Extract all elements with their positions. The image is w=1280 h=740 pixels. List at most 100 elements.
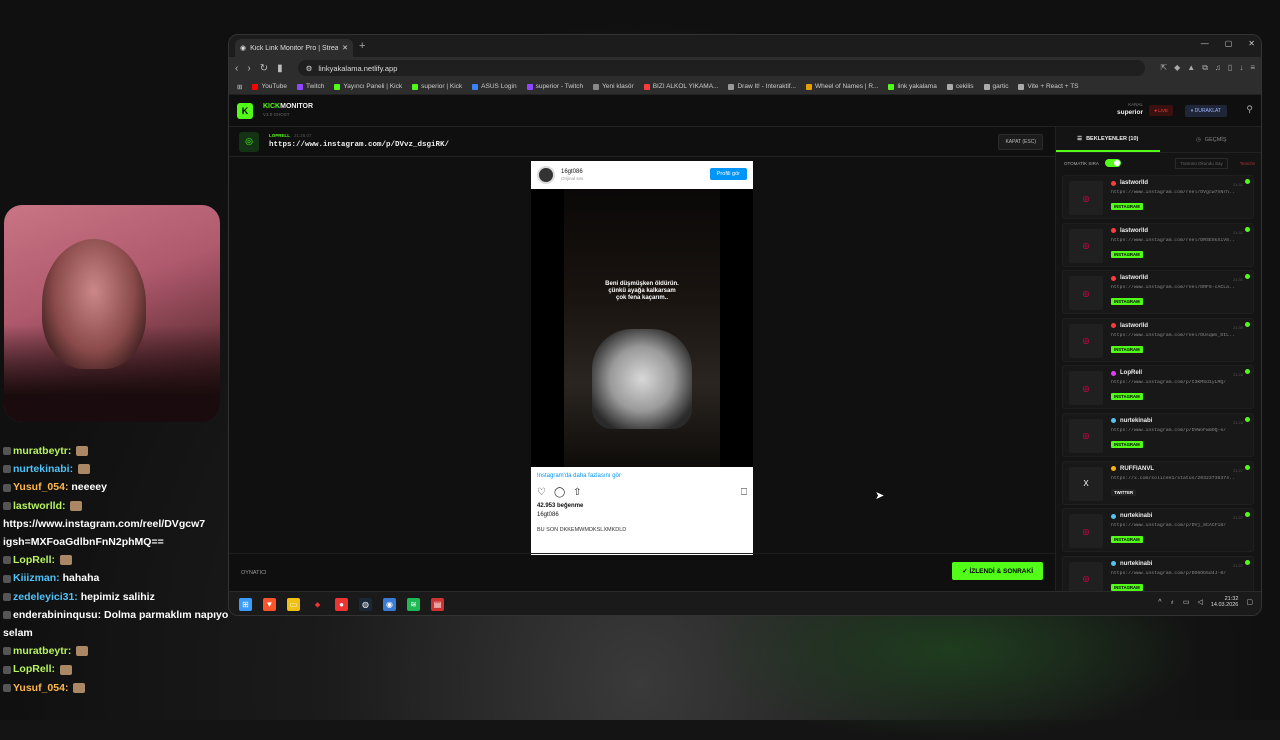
brave-shield-icon[interactable]: ◆: [1174, 63, 1180, 73]
close-window-button[interactable]: ✕: [1248, 39, 1255, 48]
bookmark-item[interactable]: Yeni klasör: [593, 83, 634, 90]
bookmark-item[interactable]: link yakalama: [888, 83, 937, 90]
emote-icon: [70, 500, 83, 511]
close-link-button[interactable]: KAPAT (ESC): [998, 134, 1043, 150]
heart-icon[interactable]: ♡: [537, 487, 546, 498]
close-tab-icon[interactable]: ✕: [342, 44, 348, 52]
volume-icon[interactable]: ◁: [1197, 598, 1202, 606]
minimize-button[interactable]: —: [1201, 39, 1209, 48]
download-icon[interactable]: ↓: [1239, 63, 1243, 73]
network-icon[interactable]: ▭: [1183, 598, 1190, 606]
pin-app-icon[interactable]: ⬥: [311, 598, 324, 611]
steam-icon[interactable]: ◍: [359, 598, 372, 611]
link-url[interactable]: https://www.instagram.com/p/DVvz_dsgiRK/: [269, 141, 449, 150]
queue-item[interactable]: ◎ lastworlld https://www.instagram.com/ree…: [1062, 317, 1254, 362]
online-dot-icon: [1245, 416, 1250, 422]
video-player[interactable]: Beni düşmüşken öldürün. çünkü ayağa kalk…: [564, 189, 720, 467]
queue-item[interactable]: ◎ lastworlld https://www.instagram.com/ree…: [1062, 270, 1254, 315]
tab-waiting[interactable]: ☰ BEKLEYENLER (10): [1056, 127, 1160, 152]
queue-time: 21:31: [1232, 229, 1243, 235]
comment-icon[interactable]: ◯: [554, 487, 565, 498]
mark-all-read-button[interactable]: Tümünü Okundu Say: [1175, 157, 1228, 169]
browser-app-icon[interactable]: ◉: [383, 598, 396, 611]
platform-badge: INSTAGRAM: [1111, 536, 1143, 544]
clock-date: 14.03.2026: [1210, 602, 1239, 609]
spotify-icon[interactable]: ≋: [407, 598, 420, 611]
pause-button[interactable]: ⏸ DURAKLAT: [1184, 105, 1227, 117]
queue-item[interactable]: ◎ lastworlld https://www.instagram.com/ree…: [1062, 222, 1254, 267]
queue-user: lastworlld: [1111, 275, 1253, 281]
menu-icon[interactable]: ≡: [1250, 63, 1255, 73]
bookmark-item[interactable]: gartic: [983, 83, 1008, 90]
media-icon[interactable]: ♫: [1215, 63, 1221, 73]
extension-icon[interactable]: ⧉: [1202, 63, 1208, 73]
avatar[interactable]: [537, 166, 555, 184]
queue-item[interactable]: ◎ LopRell https://www.instagram.com/p/C3KM…: [1062, 365, 1254, 410]
online-dot-icon: [1245, 226, 1250, 232]
rewards-icon[interactable]: ▲: [1187, 63, 1195, 73]
sidebar-icon[interactable]: ▯: [1228, 63, 1232, 73]
recorder-icon[interactable]: ▤: [431, 598, 444, 611]
reload-icon[interactable]: ↻: [260, 63, 268, 74]
queue-url: https://www.instagram.com/p/DVWoFwmOQ-e/: [1111, 427, 1227, 433]
bookmark-item[interactable]: Wheel of Names | R...: [805, 83, 878, 90]
bookmark-item[interactable]: cekilis: [946, 83, 974, 90]
queue-item[interactable]: ◎ nurtekinabi https://www.instagram.com/p/…: [1062, 555, 1254, 591]
forward-icon[interactable]: ›: [247, 63, 250, 74]
site-info-icon[interactable]: ⚙: [306, 64, 313, 73]
bookmark-item[interactable]: YouTube: [252, 83, 287, 90]
mic-icon[interactable]: ♁: [1170, 599, 1175, 606]
queue-item[interactable]: ◎ lastworlld https://www.instagram.com/ree…: [1062, 175, 1254, 219]
settings-icon[interactable]: ⚲: [1246, 104, 1253, 115]
app-icon[interactable]: ●: [335, 598, 348, 611]
browser-tab[interactable]: ◉ Kick Link Monitor Pro | Stream ✕: [235, 39, 353, 57]
maximize-button[interactable]: ▢: [1225, 39, 1233, 48]
url-field[interactable]: ⚙ linkyakalama.netlify.app: [297, 60, 1146, 76]
queue-user: nurtekinabi: [1111, 418, 1253, 424]
view-profile-button[interactable]: Profili gör: [709, 168, 747, 180]
bookmark-label: YouTube: [261, 83, 287, 90]
embed-username[interactable]: 16gt086: [561, 169, 583, 175]
bookmark-item[interactable]: superior - Twitch: [526, 83, 584, 90]
bookmark-item[interactable]: Yayıncı Paneli | Kick: [334, 83, 402, 90]
new-tab-button[interactable]: +: [359, 40, 365, 52]
save-icon[interactable]: ⎕: [741, 487, 747, 498]
post-author[interactable]: 16gt086: [531, 509, 753, 518]
extensions-area: ⇱ ◆ ▲ ⧉ ♫ ▯ ↓ ≡: [1160, 63, 1255, 73]
brave-icon[interactable]: ▼: [263, 598, 276, 611]
chat-message: igsh=MXFoaGdlbnFnN2phMQ==: [3, 533, 231, 551]
bookmark-icon[interactable]: ▮: [277, 63, 283, 74]
notification-icon[interactable]: ▢: [1246, 598, 1253, 606]
queue-username: lastworlld: [1120, 180, 1149, 186]
bookmark-item[interactable]: superior | Kick: [412, 83, 462, 90]
back-icon[interactable]: ‹: [235, 63, 238, 74]
apps-icon[interactable]: ⊞: [237, 83, 242, 91]
chevron-up-icon[interactable]: ^: [1158, 599, 1161, 606]
clock[interactable]: 21:32 14.03.2026: [1211, 596, 1239, 609]
watched-next-button[interactable]: ✓ İZLENDİ & SONRAKİ: [952, 562, 1043, 580]
folder-icon[interactable]: ▭: [287, 598, 300, 611]
bookmark-label: superior - Twitch: [535, 83, 584, 90]
bookmark-item[interactable]: Draw It! - Interaktif...: [728, 83, 796, 90]
auto-queue-toggle[interactable]: [1104, 159, 1121, 167]
share-icon[interactable]: ⇧: [573, 487, 581, 498]
queue-url: https://www.instagram.com/reel/DUsqWx_DI…: [1111, 332, 1235, 338]
bookmark-icon: [946, 83, 953, 90]
see-more-link[interactable]: Instagram'da daha fazlasını gör: [531, 467, 753, 485]
bookmark-item[interactable]: Vite + React + TS: [1018, 83, 1079, 90]
share-icon[interactable]: ⇱: [1160, 63, 1167, 73]
queue-item[interactable]: ◎ nurtekinabi https://www.instagram.com/p/…: [1062, 508, 1254, 553]
chat-badge-icon: [3, 611, 11, 620]
tab-history[interactable]: ◷ GEÇMİŞ: [1160, 127, 1262, 152]
bookmark-item[interactable]: ASUS Login: [472, 83, 517, 90]
bookmark-item[interactable]: Twitch: [297, 83, 324, 90]
platform-badge: INSTAGRAM: [1111, 583, 1143, 591]
channel-name: superior: [1116, 108, 1143, 116]
clear-button[interactable]: Temizle: [1240, 161, 1255, 166]
start-icon[interactable]: ⊞: [239, 598, 252, 611]
queue-item[interactable]: ◎ nurtekinabi https://www.instagram.com/p/…: [1062, 412, 1254, 457]
instagram-embed: 16gt086 Orijinal ses Profili gör Beni dü…: [531, 161, 753, 555]
platform-badge: INSTAGRAM: [1111, 203, 1143, 210]
bookmark-item[interactable]: BIZI ALKOL YIKAMA...: [643, 83, 718, 90]
queue-item[interactable]: X RUFFIANVL https://x.com/solicee1/status/…: [1062, 460, 1254, 505]
